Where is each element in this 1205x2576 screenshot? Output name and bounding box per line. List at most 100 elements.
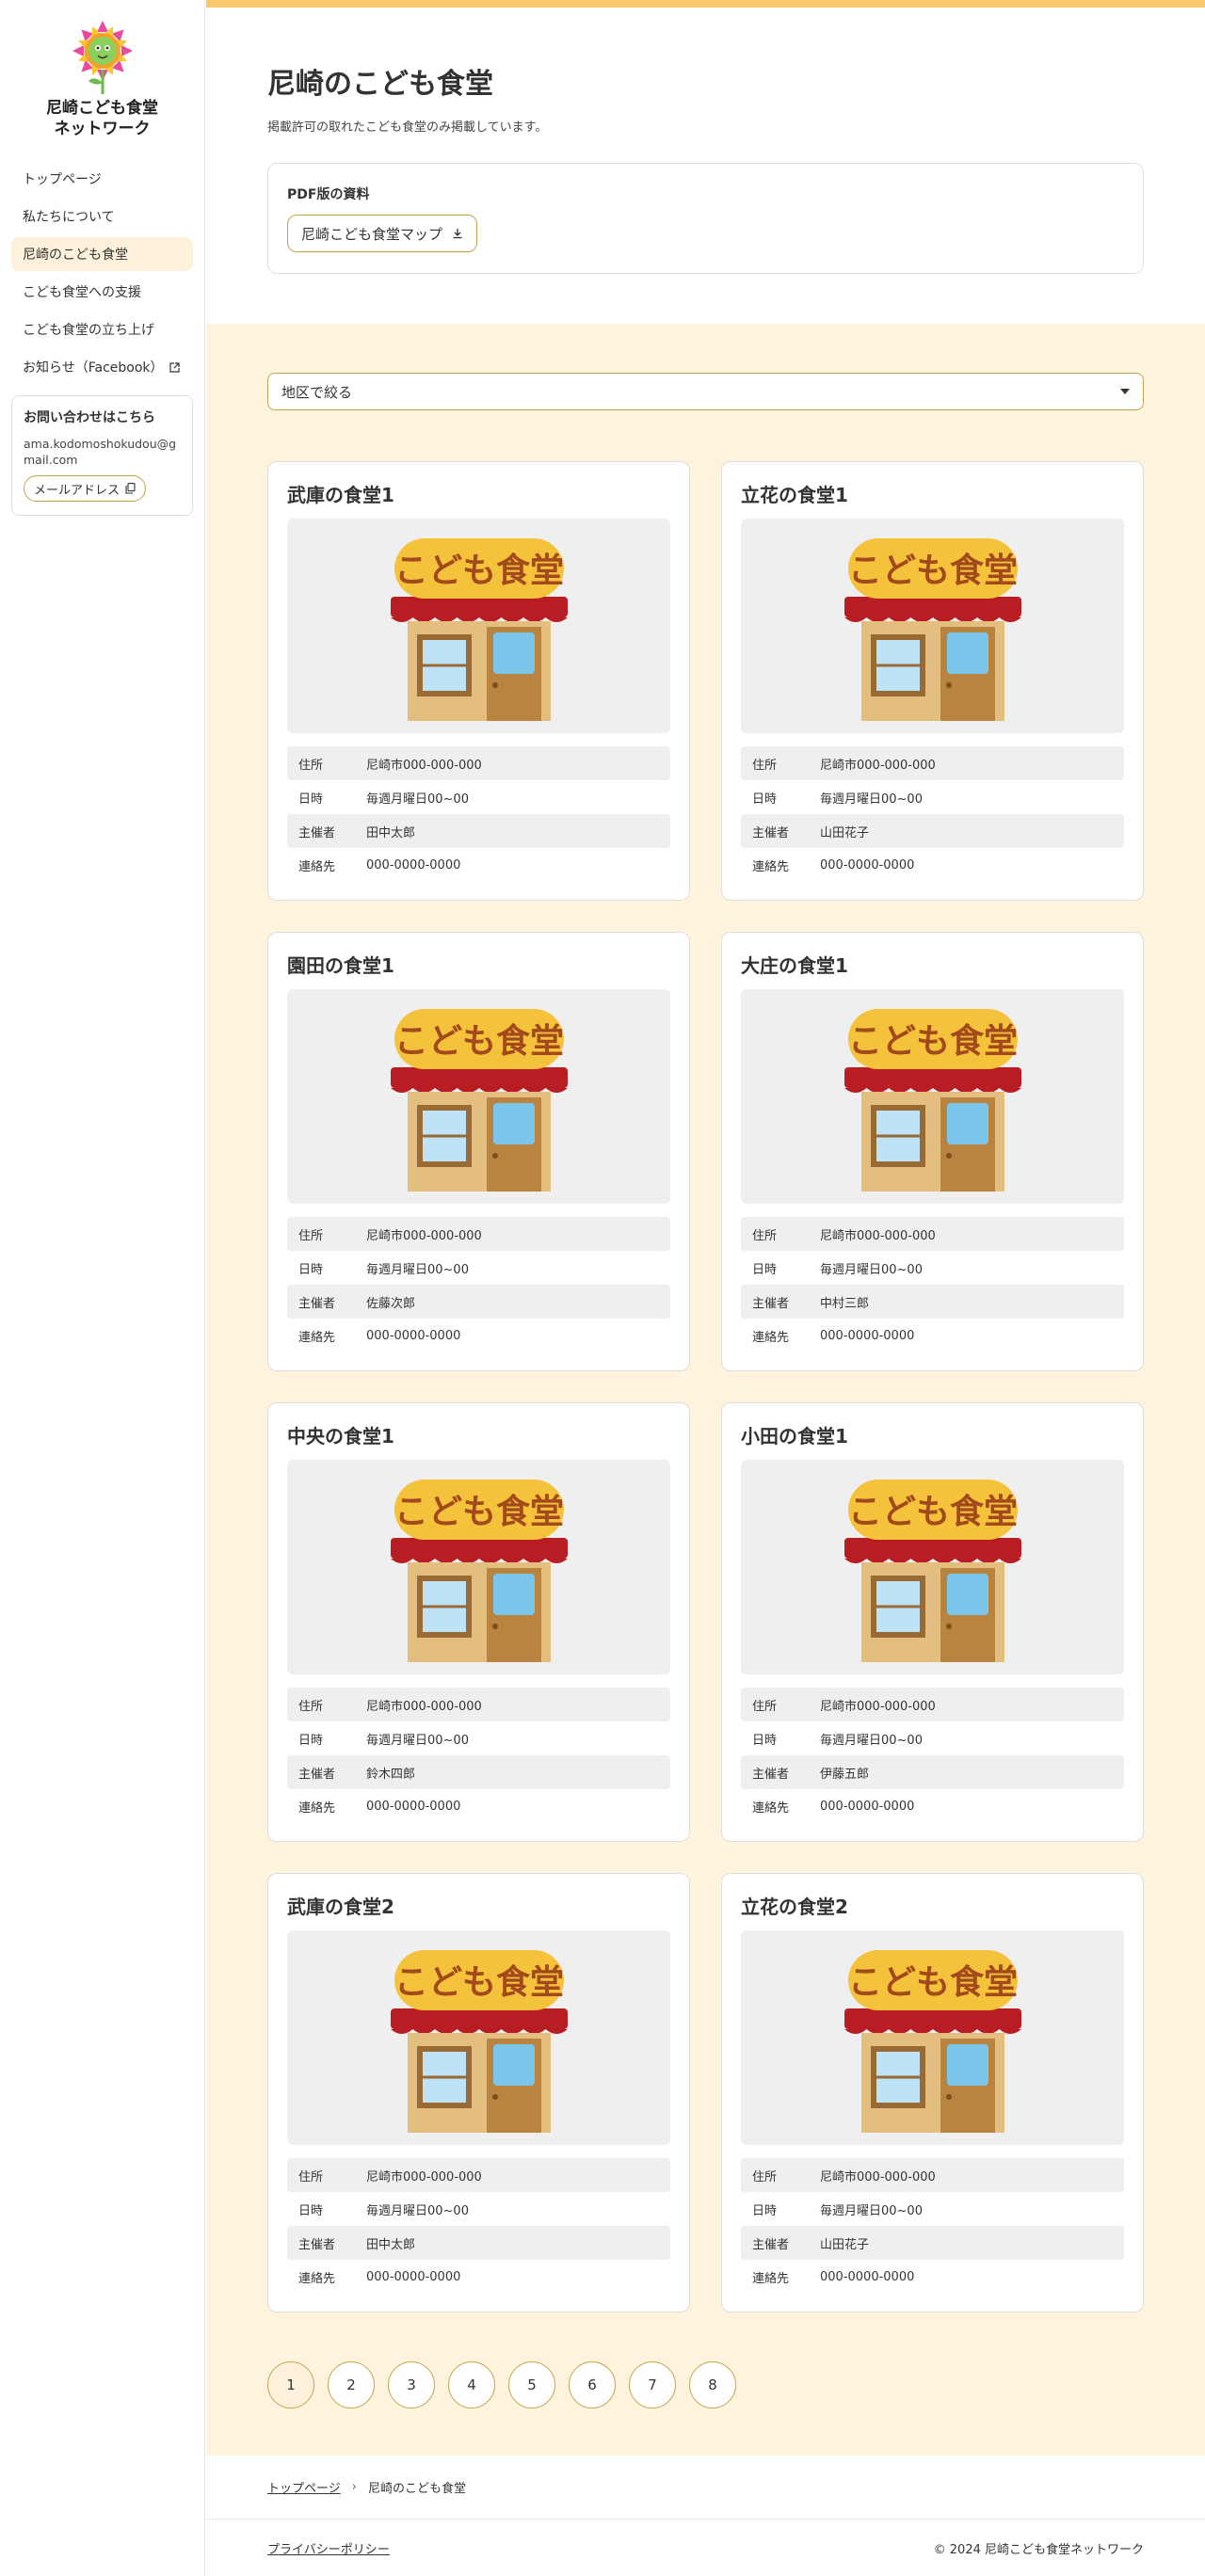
page-button[interactable]: 1 [267, 2361, 314, 2408]
shokudo-card: 中央の食堂1 こども食堂 住所 尼崎市000-000-000 日時 毎週月曜日00~… [267, 1402, 690, 1842]
info-value-organizer: 鈴木四郎 [366, 1767, 416, 1782]
info-row-datetime: 日時 毎週月曜日00~00 [287, 1251, 670, 1285]
info-key-address: 住所 [752, 1699, 778, 1714]
pdf-label: PDF版の資料 [287, 187, 370, 202]
site-logo[interactable]: 尼崎こども食堂 ネットワーク [0, 0, 204, 139]
kodomo-shokudo-building-icon: こども食堂 [844, 1009, 1021, 1192]
page-button[interactable]: 5 [508, 2361, 555, 2408]
nav-item-startup[interactable]: こども食堂の立ち上げ [11, 312, 193, 346]
nav-item-label: 尼崎のこども食堂 [23, 248, 128, 263]
shokudo-image: こども食堂 [741, 1460, 1124, 1674]
sign-text: こども食堂 [394, 1963, 563, 2002]
shokudo-image: こども食堂 [287, 989, 670, 1204]
info-key-datetime: 日時 [752, 1262, 778, 1277]
sign-text: こども食堂 [394, 1493, 563, 1531]
shokudo-image: こども食堂 [287, 1930, 670, 2145]
card-info: 住所 尼崎市000-000-000 日時 毎週月曜日00~00 主催者 佐藤次郎 連絡… [287, 1217, 670, 1352]
info-row-address: 住所 尼崎市000-000-000 [287, 1688, 670, 1721]
pagination: 12345678 [267, 2361, 1144, 2408]
accent-bar [206, 0, 1205, 8]
nav-item-news-facebook[interactable]: お知らせ（Facebook） [11, 350, 193, 384]
shokudo-list-section: 地区で絞る 武庫の食堂1 こども食堂 住所 尼崎市000-000-000 日時 … [206, 324, 1205, 2456]
info-key-organizer: 主催者 [752, 2237, 790, 2252]
page-button[interactable]: 6 [569, 2361, 616, 2408]
sign-text: こども食堂 [847, 1963, 1017, 2002]
info-key-address: 住所 [298, 1228, 324, 1243]
footer: プライバシーポリシー © 2024 尼崎こども食堂ネットワーク [206, 2520, 1205, 2576]
shokudo-image: こども食堂 [741, 1930, 1124, 2145]
nav-item-top[interactable]: トップページ [11, 162, 193, 196]
info-key-contact: 連絡先 [298, 859, 336, 874]
info-row-organizer: 主催者 佐藤次郎 [287, 1285, 670, 1319]
shokudo-card: 大庄の食堂1 こども食堂 住所 尼崎市000-000-000 日時 毎週月曜日00~… [721, 932, 1144, 1371]
info-row-organizer: 主催者 山田花子 [741, 2226, 1124, 2260]
breadcrumb-home-link[interactable]: トップページ [267, 2478, 341, 2496]
info-row-datetime: 日時 毎週月曜日00~00 [287, 780, 670, 814]
pdf-download-button[interactable]: 尼崎こども食堂マップ [287, 215, 478, 252]
info-value-datetime: 毎週月曜日00~00 [366, 1262, 469, 1277]
info-row-contact: 連絡先 000-0000-0000 [741, 1319, 1124, 1352]
copy-email-button[interactable]: メールアドレス [24, 475, 147, 502]
info-row-contact: 連絡先 000-0000-0000 [287, 1319, 670, 1352]
info-value-datetime: 毎週月曜日00~00 [366, 1733, 469, 1748]
info-key-address: 住所 [752, 2169, 778, 2184]
info-value-organizer: 中村三郎 [820, 1296, 870, 1311]
info-row-contact: 連絡先 000-0000-0000 [741, 2260, 1124, 2294]
page-button[interactable]: 8 [689, 2361, 736, 2408]
page-button[interactable]: 4 [448, 2361, 495, 2408]
shokudo-card: 武庫の食堂1 こども食堂 住所 尼崎市000-000-000 日時 毎週月曜日00~… [267, 461, 690, 901]
kodomo-shokudo-building-icon: こども食堂 [390, 1009, 568, 1192]
info-key-contact: 連絡先 [298, 1800, 336, 1816]
card-info: 住所 尼崎市000-000-000 日時 毎週月曜日00~00 主催者 田中太郎 連絡… [287, 746, 670, 882]
info-value-organizer: 田中太郎 [366, 2237, 416, 2252]
chevron-down-icon [1120, 389, 1130, 394]
shokudo-image: こども食堂 [741, 989, 1124, 1204]
card-info: 住所 尼崎市000-000-000 日時 毎週月曜日00~00 主催者 山田花子 連絡… [741, 2158, 1124, 2294]
info-key-organizer: 主催者 [298, 1767, 336, 1782]
privacy-policy-link[interactable]: プライバシーポリシー [267, 2539, 390, 2557]
page-button[interactable]: 2 [328, 2361, 375, 2408]
shokudo-card: 小田の食堂1 こども食堂 住所 尼崎市000-000-000 日時 毎週月曜日00~… [721, 1402, 1144, 1842]
info-value-address: 尼崎市000-000-000 [820, 758, 936, 773]
nav-item-label: トップページ [23, 172, 102, 187]
nav-item-label: お知らせ（Facebook） [23, 360, 164, 376]
shokudo-card-grid: 武庫の食堂1 こども食堂 住所 尼崎市000-000-000 日時 毎週月曜日00~… [267, 461, 1144, 2312]
info-value-contact: 000-0000-0000 [820, 857, 915, 872]
info-value-address: 尼崎市000-000-000 [366, 1228, 482, 1243]
card-info: 住所 尼崎市000-000-000 日時 毎週月曜日00~00 主催者 中村三郎 連絡… [741, 1217, 1124, 1352]
page-button[interactable]: 7 [629, 2361, 676, 2408]
info-row-contact: 連絡先 000-0000-0000 [741, 848, 1124, 882]
shokudo-image: こども食堂 [287, 519, 670, 733]
info-row-contact: 連絡先 000-0000-0000 [287, 848, 670, 882]
nav-item-support[interactable]: こども食堂への支援 [11, 275, 193, 309]
info-value-address: 尼崎市000-000-000 [820, 1699, 936, 1714]
info-key-organizer: 主催者 [752, 1296, 790, 1311]
contact-email: ama.kodomoshokudou@gmail.com [24, 437, 177, 467]
info-value-address: 尼崎市000-000-000 [366, 758, 482, 773]
info-row-address: 住所 尼崎市000-000-000 [287, 2158, 670, 2192]
info-row-organizer: 主催者 伊藤五郎 [741, 1755, 1124, 1789]
info-key-address: 住所 [752, 758, 778, 773]
info-key-address: 住所 [298, 758, 324, 773]
info-value-datetime: 毎週月曜日00~00 [820, 2203, 923, 2218]
info-row-datetime: 日時 毎週月曜日00~00 [287, 1721, 670, 1755]
page-button[interactable]: 3 [388, 2361, 435, 2408]
nav-item-amagasaki-shokudo[interactable]: 尼崎のこども食堂 [11, 237, 193, 271]
nav-item-label: こども食堂の立ち上げ [23, 323, 154, 338]
sign-text: こども食堂 [847, 1493, 1017, 1531]
district-filter-select[interactable]: 地区で絞る [267, 373, 1144, 410]
shokudo-image: こども食堂 [741, 519, 1124, 733]
nav-item-about[interactable]: 私たちについて [11, 200, 193, 233]
info-value-datetime: 毎週月曜日00~00 [366, 792, 469, 807]
shokudo-image: こども食堂 [287, 1460, 670, 1674]
card-title: 武庫の食堂2 [287, 1896, 394, 1918]
kodomo-shokudo-building-icon: こども食堂 [844, 1480, 1021, 1662]
copyright: © 2024 尼崎こども食堂ネットワーク [933, 2542, 1144, 2557]
info-value-datetime: 毎週月曜日00~00 [820, 1262, 923, 1277]
copy-email-label: メールアドレス [34, 483, 120, 498]
info-value-address: 尼崎市000-000-000 [820, 2169, 936, 2184]
info-row-address: 住所 尼崎市000-000-000 [287, 746, 670, 780]
info-value-contact: 000-0000-0000 [820, 1328, 915, 1343]
breadcrumb-current: 尼崎のこども食堂 [367, 2482, 466, 2496]
card-info: 住所 尼崎市000-000-000 日時 毎週月曜日00~00 主催者 伊藤五郎 連絡… [741, 1688, 1124, 1823]
